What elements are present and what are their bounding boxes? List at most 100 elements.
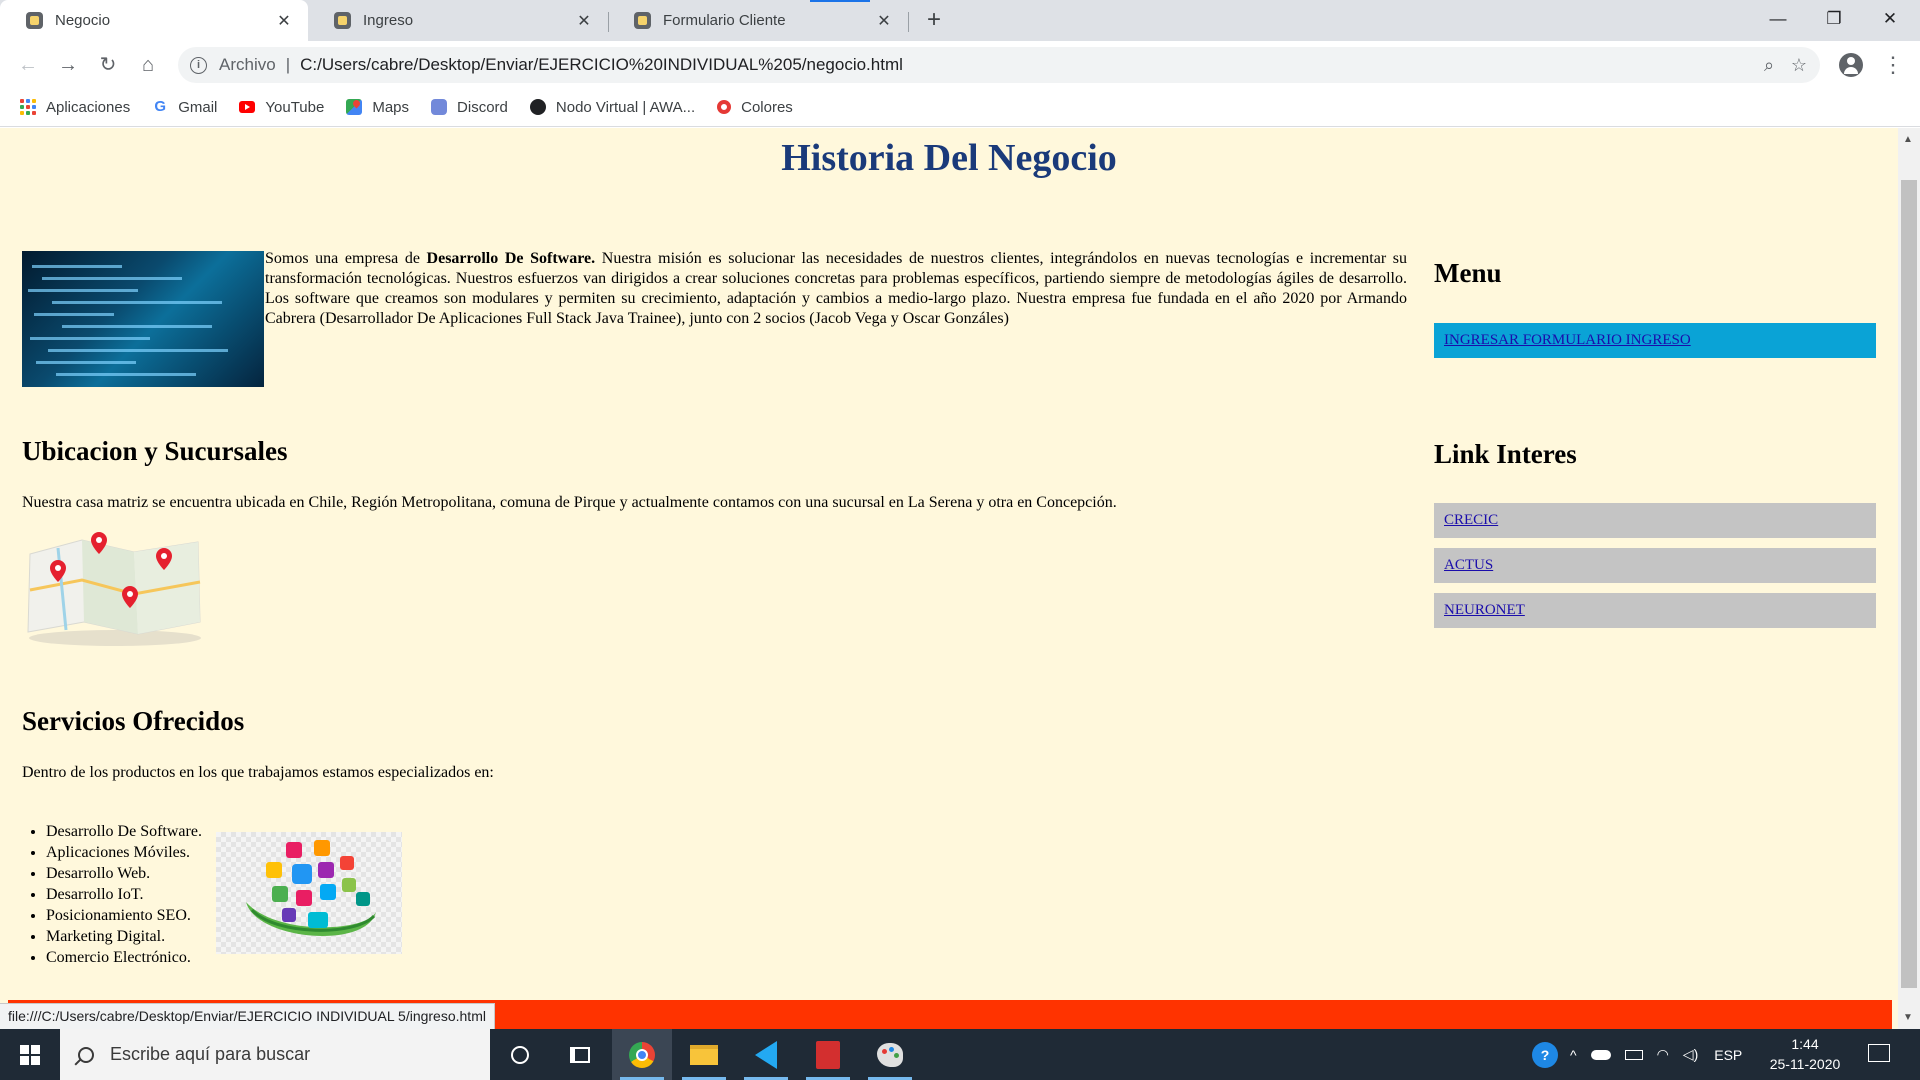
- restore-button[interactable]: ❐: [1806, 0, 1862, 40]
- new-tab-button[interactable]: +: [920, 6, 948, 34]
- tab-negocio[interactable]: Negocio ✕: [0, 0, 308, 41]
- intro-highlight: Desarrollo De Software.: [426, 250, 596, 267]
- crecic-link[interactable]: CRECIC: [1434, 503, 1876, 538]
- minimize-button[interactable]: —: [1750, 0, 1806, 40]
- apps-grid-icon: [20, 99, 36, 115]
- bookmark-colores[interactable]: Colores: [717, 99, 793, 116]
- home-button[interactable]: ⌂: [134, 51, 162, 79]
- actus-link[interactable]: ACTUS: [1434, 548, 1876, 583]
- language-indicator[interactable]: ESP: [1714, 1047, 1742, 1063]
- profile-avatar-icon[interactable]: [1839, 53, 1863, 77]
- app-icons-image: [216, 832, 402, 954]
- browser-menu-icon[interactable]: ⋮: [1882, 51, 1904, 79]
- bookmark-label: Discord: [457, 98, 508, 116]
- close-icon[interactable]: ✕: [274, 11, 294, 31]
- close-icon[interactable]: ✕: [574, 11, 594, 31]
- address-scheme-label: Archivo: [219, 55, 276, 74]
- page-title: Historia Del Negocio: [781, 137, 1117, 179]
- bookmark-maps[interactable]: Maps: [346, 99, 409, 116]
- tab-title: Negocio: [55, 12, 111, 29]
- paint-icon[interactable]: [860, 1029, 920, 1080]
- services-list: Desarrollo De Software. Aplicaciones Móv…: [46, 821, 202, 968]
- close-icon[interactable]: ✕: [874, 11, 894, 31]
- link-status-url: file:///C:/Users/cabre/Desktop/Enviar/EJ…: [0, 1003, 495, 1029]
- tab-strip: Negocio ✕ Ingreso ✕ Formulario Cliente ✕…: [0, 0, 1920, 41]
- close-window-button[interactable]: ✕: [1862, 0, 1918, 40]
- system-tray: ? ^ ◠ ◁) ESP: [1532, 1029, 1742, 1080]
- location-paragraph: Nuestra casa matriz se encuentra ubicada…: [22, 494, 1117, 511]
- bookmark-label: Colores: [741, 98, 793, 116]
- map-pins-image: [27, 532, 201, 646]
- taskbar-search-box[interactable]: Escribe aquí para buscar: [60, 1029, 490, 1080]
- browser-toolbar: ← → ↻ ⌂ i Archivo | C:/Users/cabre/Deskt…: [0, 41, 1920, 88]
- tab-loading-indicator: [810, 0, 870, 2]
- bookmark-label: YouTube: [265, 98, 325, 116]
- show-hidden-icons-icon[interactable]: ^: [1570, 1047, 1577, 1063]
- taskbar-clock[interactable]: 1:44 25-11-2020: [1760, 1034, 1850, 1074]
- page-favicon-icon: [26, 12, 43, 29]
- notification-center-icon[interactable]: [1868, 1044, 1890, 1062]
- scroll-up-icon[interactable]: ▲: [1903, 134, 1913, 145]
- intro-paragraph: Somos una empresa de Desarrollo De Softw…: [265, 250, 1408, 327]
- forward-button[interactable]: →: [54, 51, 82, 79]
- windows-start-button[interactable]: [0, 1029, 60, 1080]
- nodo-virtual-icon: [529, 99, 546, 115]
- location-heading: Ubicacion y Sucursales: [22, 436, 288, 466]
- bookmark-youtube[interactable]: YouTube: [239, 99, 324, 116]
- menu-heading: Menu: [1434, 258, 1502, 288]
- search-icon: [78, 1046, 94, 1063]
- chrome-icon[interactable]: [612, 1029, 672, 1080]
- bookmark-label: Nodo Virtual | AWA...: [555, 98, 696, 116]
- address-separator: |: [285, 55, 291, 74]
- reload-button[interactable]: ↻: [94, 51, 122, 79]
- address-url[interactable]: C:/Users/cabre/Desktop/Enviar/EJERCICIO%…: [300, 55, 1754, 75]
- zoom-icon[interactable]: ⌕: [1754, 55, 1784, 76]
- bookmark-label: Maps: [372, 98, 410, 116]
- neuronet-link[interactable]: NEURONET: [1434, 593, 1876, 628]
- tab-separator: [908, 12, 909, 32]
- volume-icon[interactable]: ◁): [1683, 1046, 1698, 1063]
- page-scrollbar[interactable]: ▲ ▼: [1898, 128, 1920, 1029]
- services-heading: Servicios Ofrecidos: [22, 706, 245, 736]
- scrollbar-thumb[interactable]: [1901, 180, 1917, 988]
- bookmark-star-icon[interactable]: ☆: [1784, 55, 1814, 76]
- bookmark-aplicaciones[interactable]: Aplicaciones: [20, 99, 130, 116]
- list-item: Desarrollo De Software.: [46, 821, 202, 842]
- address-bar[interactable]: i Archivo | C:/Users/cabre/Desktop/Envia…: [178, 47, 1820, 83]
- scroll-down-icon[interactable]: ▼: [1903, 1012, 1913, 1023]
- vscode-icon[interactable]: [736, 1029, 796, 1080]
- list-item: Desarrollo Web.: [46, 863, 202, 884]
- help-icon[interactable]: ?: [1532, 1041, 1558, 1068]
- acrobat-icon[interactable]: [798, 1029, 858, 1080]
- bookmarks-bar: Aplicaciones G Gmail YouTube Maps Discor…: [0, 88, 1920, 127]
- bookmark-gmail[interactable]: G Gmail: [152, 99, 217, 116]
- ingresar-formulario-link[interactable]: INGRESAR FORMULARIO INGRESO: [1434, 323, 1876, 358]
- services-paragraph: Dentro de los productos en los que traba…: [22, 764, 494, 781]
- wifi-icon[interactable]: ◠: [1657, 1046, 1669, 1063]
- file-explorer-icon[interactable]: [674, 1029, 734, 1080]
- battery-icon[interactable]: [1624, 1049, 1643, 1060]
- taskbar-search-placeholder: Escribe aquí para buscar: [110, 1044, 311, 1064]
- discord-icon: [431, 99, 448, 115]
- google-g-icon: G: [154, 98, 167, 115]
- cortana-icon[interactable]: [490, 1029, 550, 1080]
- link-interes-heading: Link Interes: [1434, 439, 1577, 469]
- task-view-icon[interactable]: [550, 1029, 610, 1080]
- tab-title: Ingreso: [363, 12, 414, 29]
- list-item: Desarrollo IoT.: [46, 884, 202, 905]
- colores-icon: [717, 100, 732, 114]
- youtube-icon: [239, 101, 256, 113]
- list-item: Marketing Digital.: [46, 926, 202, 947]
- bookmark-discord[interactable]: Discord: [431, 99, 508, 116]
- list-item: Posicionamiento SEO.: [46, 905, 202, 926]
- list-item: Aplicaciones Móviles.: [46, 842, 202, 863]
- onedrive-icon[interactable]: [1590, 1049, 1611, 1060]
- tab-ingreso[interactable]: Ingreso ✕: [308, 0, 608, 41]
- clock-time: 1:44: [1791, 1036, 1819, 1052]
- info-icon[interactable]: i: [190, 56, 207, 74]
- maps-icon: [346, 98, 363, 115]
- software-code-image: [22, 251, 264, 387]
- tab-formulario-cliente[interactable]: Formulario Cliente ✕: [608, 0, 908, 41]
- back-button[interactable]: ←: [14, 51, 42, 79]
- bookmark-nodo-virtual[interactable]: Nodo Virtual | AWA...: [529, 98, 696, 116]
